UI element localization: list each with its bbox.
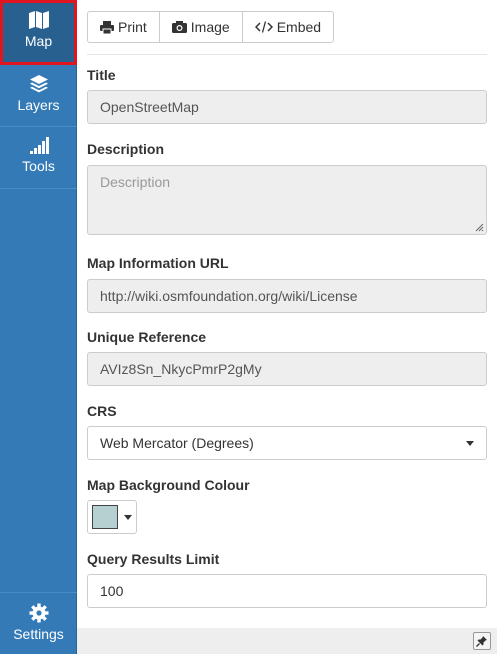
layers-icon [29, 75, 48, 93]
sidebar-item-map[interactable]: Map [0, 0, 77, 65]
sidebar-item-label: Settings [13, 626, 64, 642]
map-icon [28, 11, 49, 29]
camera-icon [171, 21, 187, 33]
title-value: OpenStreetMap [100, 99, 199, 115]
divider [87, 54, 487, 55]
sidebar-item-settings[interactable]: Settings [0, 592, 77, 654]
query-limit-value: 100 [100, 583, 124, 599]
description-field[interactable]: Description [87, 165, 487, 235]
embed-label: Embed [276, 19, 322, 35]
sidebar: Map Layers Tools Settings [0, 0, 77, 654]
embed-button[interactable]: Embed [243, 12, 333, 42]
image-label: Image [190, 19, 230, 35]
unique-reference-label: Unique Reference [87, 329, 207, 345]
description-label: Description [87, 141, 165, 157]
query-limit-field[interactable]: 100 [87, 574, 487, 608]
url-label: Map Information URL [87, 255, 229, 271]
image-button[interactable]: Image [160, 12, 243, 42]
background-colour-label: Map Background Colour [87, 477, 250, 493]
url-field[interactable]: http://wiki.osmfoundation.org/wiki/Licen… [87, 279, 487, 313]
sidebar-item-label: Map [24, 33, 53, 49]
crs-label: CRS [87, 403, 117, 419]
caret-down-icon [124, 514, 132, 520]
query-limit-label: Query Results Limit [87, 551, 220, 567]
print-icon [100, 20, 114, 34]
sidebar-item-layers[interactable]: Layers [0, 66, 77, 127]
sidebar-item-tools[interactable]: Tools [0, 128, 77, 189]
description-placeholder: Description [100, 174, 171, 190]
sidebar-item-label: Tools [22, 158, 55, 174]
gear-icon [29, 603, 48, 623]
unique-reference-value: AVIz8Sn_NkycPmrP2gMy [100, 361, 262, 377]
title-field[interactable]: OpenStreetMap [87, 90, 487, 124]
sidebar-item-label: Layers [17, 97, 60, 113]
background-colour-picker[interactable] [87, 500, 137, 534]
unique-reference-field[interactable]: AVIz8Sn_NkycPmrP2gMy [87, 352, 487, 386]
bottom-bar [77, 628, 497, 654]
url-value: http://wiki.osmfoundation.org/wiki/Licen… [100, 288, 358, 304]
pin-button[interactable] [473, 632, 491, 650]
caret-down-icon [466, 441, 474, 446]
pin-icon [476, 636, 487, 647]
print-button[interactable]: Print [88, 12, 160, 42]
crs-select[interactable]: Web Mercator (Degrees) [87, 426, 487, 460]
crs-value: Web Mercator (Degrees) [100, 435, 254, 451]
print-label: Print [118, 19, 147, 35]
export-toolbar: Print Image Embed [87, 11, 335, 43]
title-label: Title [87, 67, 116, 83]
colour-swatch [92, 505, 118, 529]
resize-grip-icon[interactable] [475, 223, 484, 232]
code-icon [254, 21, 273, 33]
signal-bars-icon [29, 137, 49, 154]
